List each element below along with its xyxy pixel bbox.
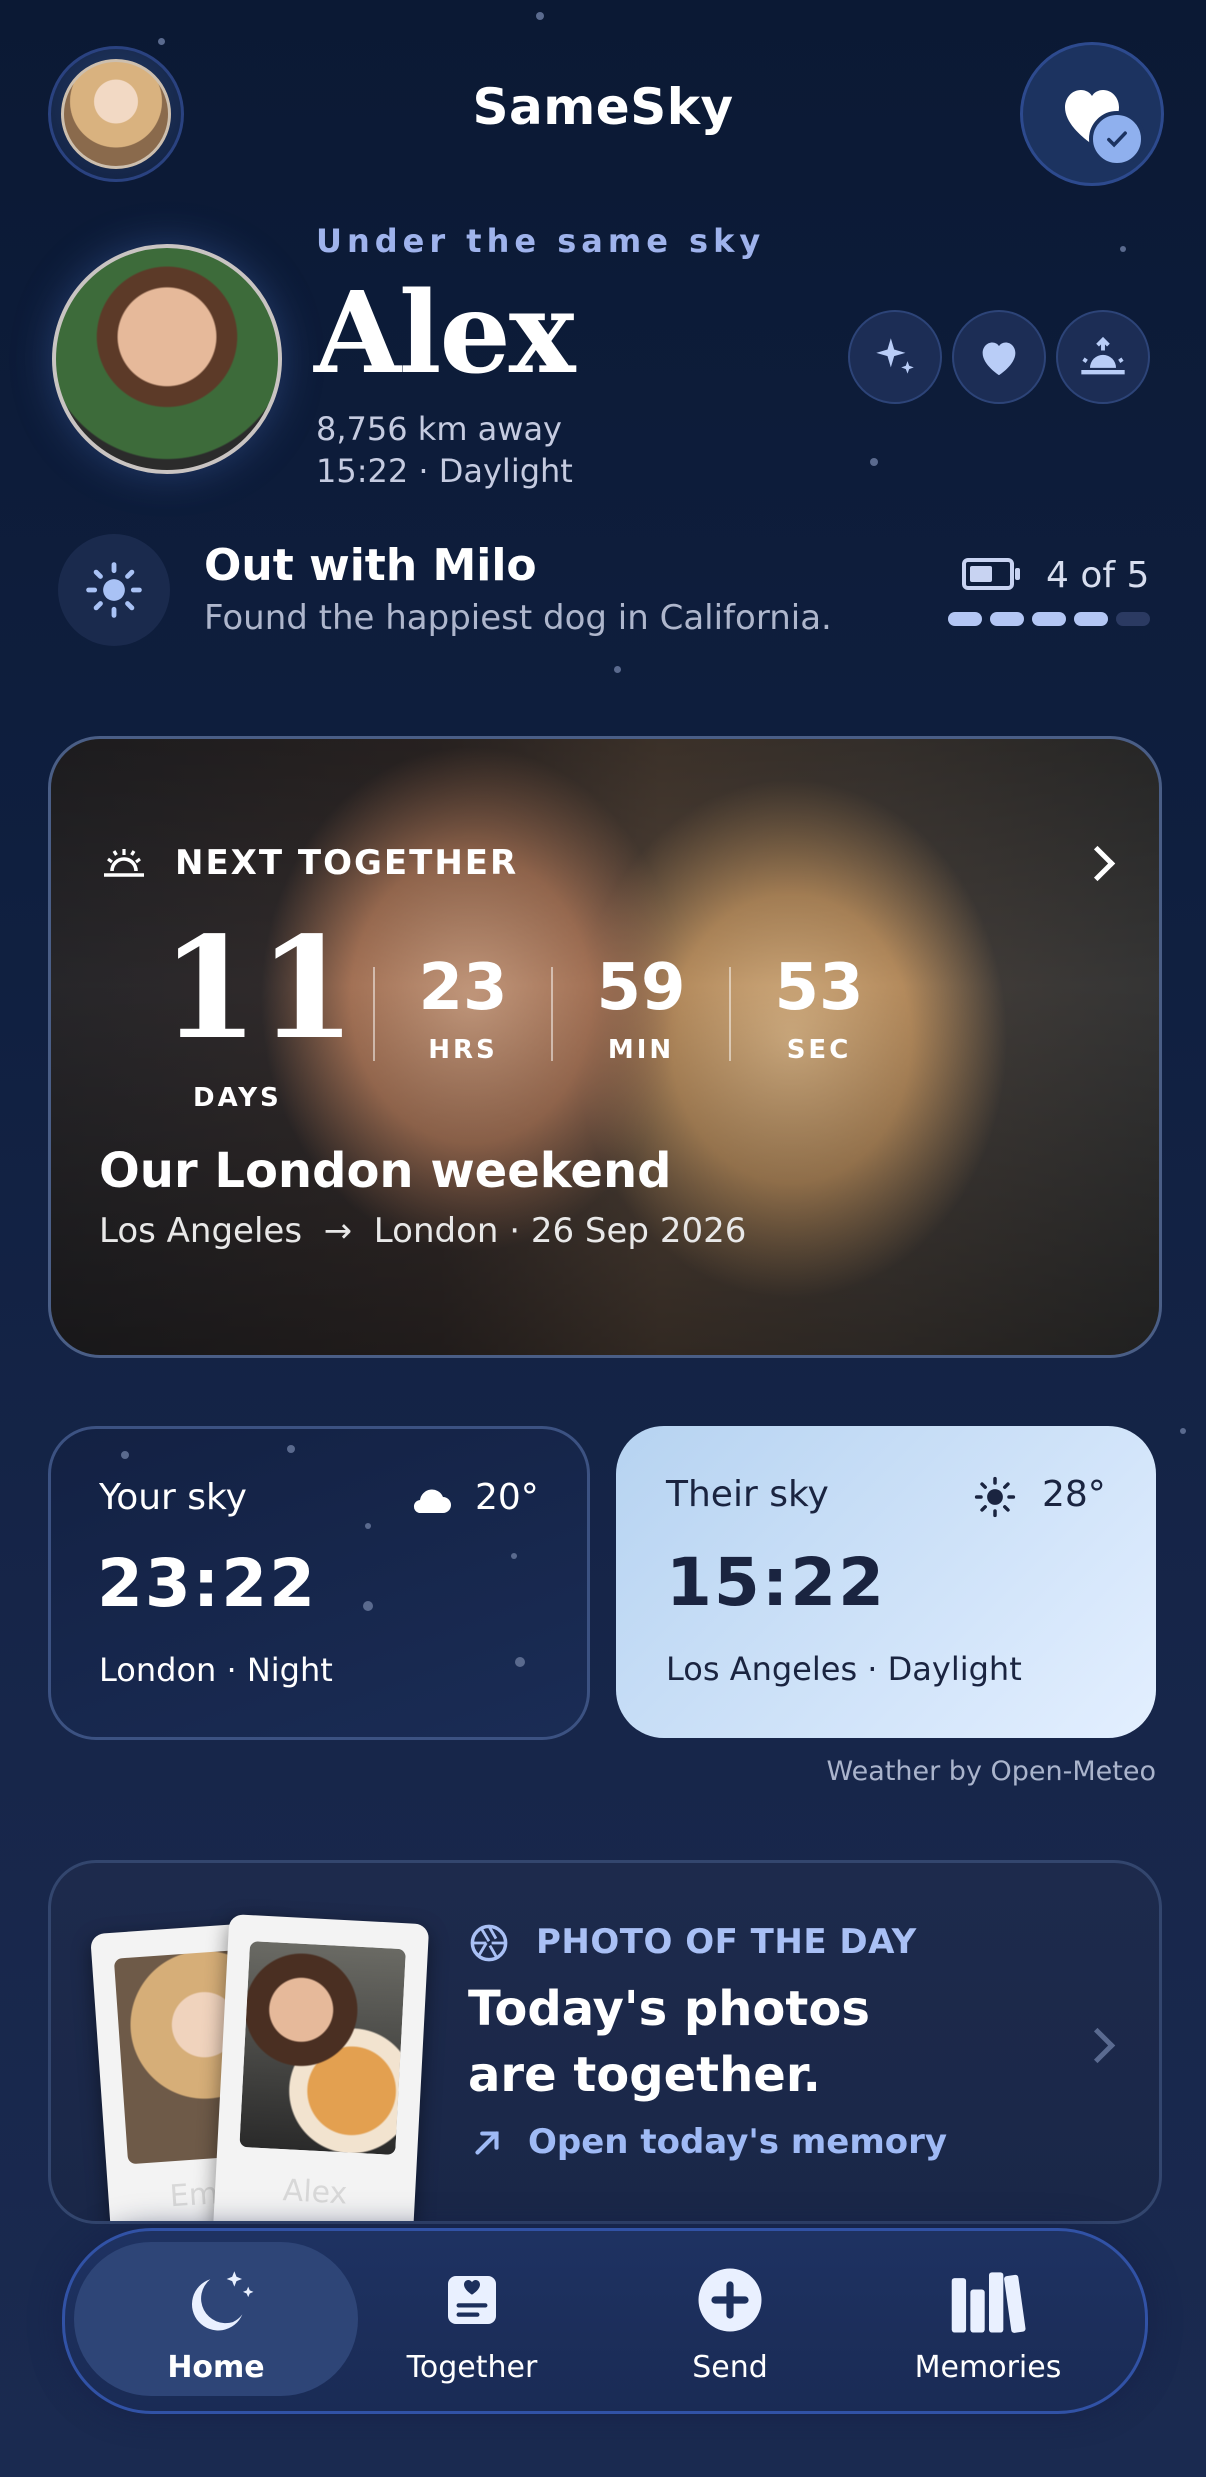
their-sky-card[interactable]: Their sky 28° 15:22 Los Angeles · Daylig…	[616, 1426, 1156, 1738]
nav-label-home: Home	[167, 2350, 265, 2385]
partner-local-time: 15:22 · Daylight	[316, 452, 573, 490]
sunrise-icon	[1081, 336, 1125, 375]
partner-name: Alex	[314, 268, 575, 399]
your-sky-label: Your sky	[99, 1477, 247, 1518]
their-sky-label: Their sky	[666, 1474, 829, 1515]
star	[1180, 1428, 1186, 1434]
trip-to: London	[373, 1211, 499, 1251]
photo-of-day-title: Today's photos are together.	[468, 1981, 870, 2103]
their-sky-temp: 28°	[1042, 1474, 1106, 1515]
your-sky-card[interactable]: Your sky 20° 23:22 London · Night	[48, 1426, 590, 1740]
countdown-hours: 23	[418, 951, 508, 1025]
status-text: Found the happiest dog in California.	[204, 598, 832, 638]
your-sky-time: 23:22	[97, 1545, 318, 1622]
progress-dot	[1116, 612, 1150, 626]
aperture-icon	[470, 1924, 508, 1962]
partner-avatar[interactable]	[52, 244, 282, 474]
star	[1120, 246, 1126, 252]
nav-label-send: Send	[692, 2350, 768, 2385]
weather-credit[interactable]: Weather by Open-Meteo	[0, 1756, 1156, 1787]
nav-item-home[interactable]: Home	[96, 2256, 336, 2392]
chevron-right-icon[interactable]	[1079, 2027, 1116, 2064]
heart-icon	[982, 342, 1016, 376]
battery-icon	[962, 558, 1020, 590]
photo-of-day-label: PHOTO OF THE DAY	[536, 1922, 917, 1962]
nav-item-send[interactable]: Send	[610, 2256, 850, 2392]
sparkle-icon	[876, 338, 914, 374]
polaroid-right: Alex	[212, 1913, 430, 2221]
countdown-days: 11	[161, 907, 356, 1071]
hours-label: HRS	[428, 1035, 498, 1065]
progress-dot	[1032, 612, 1066, 626]
sunrise-icon	[104, 849, 144, 877]
your-sky-temp: 20°	[475, 1477, 539, 1518]
next-together-card[interactable]: NEXT TOGETHER 11 DAYS 23 HRS 59 MIN 53 S…	[48, 736, 1162, 1358]
nav-item-memories[interactable]: Memories	[868, 2256, 1108, 2392]
connection-heart-button[interactable]	[1020, 42, 1164, 186]
their-sky-time: 15:22	[666, 1544, 887, 1621]
progress-dot	[990, 612, 1024, 626]
trip-from: Los Angeles	[99, 1211, 303, 1251]
sun-icon	[86, 562, 142, 618]
progress-dot	[1074, 612, 1108, 626]
sparkle-button[interactable]	[848, 310, 942, 404]
nav-label-together: Together	[406, 2350, 538, 2385]
polaroid-right-caption: Alex	[281, 2173, 349, 2212]
plus-circle-icon	[698, 2268, 762, 2332]
open-memory-link[interactable]: Open today's memory	[528, 2122, 947, 2162]
seconds-label: SEC	[786, 1035, 852, 1065]
nav-label-memories: Memories	[914, 2350, 1062, 2385]
arrow-right-icon: →	[312, 1211, 363, 1251]
days-label: DAYS	[193, 1083, 282, 1113]
status-icon	[58, 534, 170, 646]
moon-stars-icon	[191, 2271, 254, 2331]
check-icon	[1089, 111, 1145, 167]
trip-route: Los Angeles → London · 26 Sep 2026	[99, 1211, 746, 1251]
star	[536, 12, 544, 20]
love-button[interactable]	[952, 310, 1046, 404]
countdown-seconds: 53	[774, 951, 864, 1025]
nav-item-together[interactable]: Together	[352, 2256, 592, 2392]
progress-dot	[948, 612, 982, 626]
countdown-minutes: 59	[596, 951, 686, 1025]
sun-icon	[974, 1476, 1016, 1518]
trip-date: · 26 Sep 2026	[509, 1211, 747, 1251]
sunrise-button[interactable]	[1056, 310, 1150, 404]
distance-text: 8,756 km away	[316, 410, 562, 448]
star	[614, 666, 621, 673]
next-together-label: NEXT TOGETHER	[175, 843, 519, 883]
trip-title: Our London weekend	[99, 1143, 672, 1199]
status-title: Out with Milo	[204, 540, 537, 591]
minutes-label: MIN	[607, 1035, 675, 1065]
note-icon	[448, 2276, 496, 2324]
cloud-icon	[413, 1489, 451, 1513]
your-sky-location: London · Night	[99, 1651, 333, 1689]
status-count: 4 of 5	[1046, 555, 1150, 596]
profile-subtitle: Under the same sky	[316, 222, 766, 260]
arrow-up-right-icon	[475, 2131, 499, 2155]
star	[870, 458, 878, 466]
their-sky-location: Los Angeles · Daylight	[666, 1650, 1022, 1688]
star	[158, 38, 165, 45]
books-icon	[951, 2272, 1026, 2333]
